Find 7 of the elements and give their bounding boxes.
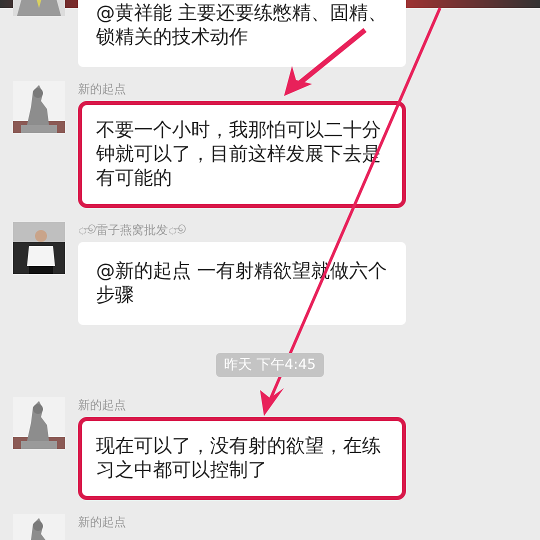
message-bubble: @黄祥能 主要还要练憋精、固精、锁精关的技术动作 bbox=[78, 0, 406, 67]
sender-name: 新的起点 bbox=[78, 514, 126, 530]
sender-name: 新的起点 bbox=[78, 397, 127, 413]
message-bubble: 现在可以了，没有射的欲望，在练习之中都可以控制了 bbox=[78, 417, 406, 500]
sender-name: 新的起点 bbox=[78, 81, 127, 97]
timestamp: 昨天 下午4:45 bbox=[216, 353, 324, 377]
sender-name: ூ雷子燕窝批发ூ bbox=[78, 222, 187, 238]
